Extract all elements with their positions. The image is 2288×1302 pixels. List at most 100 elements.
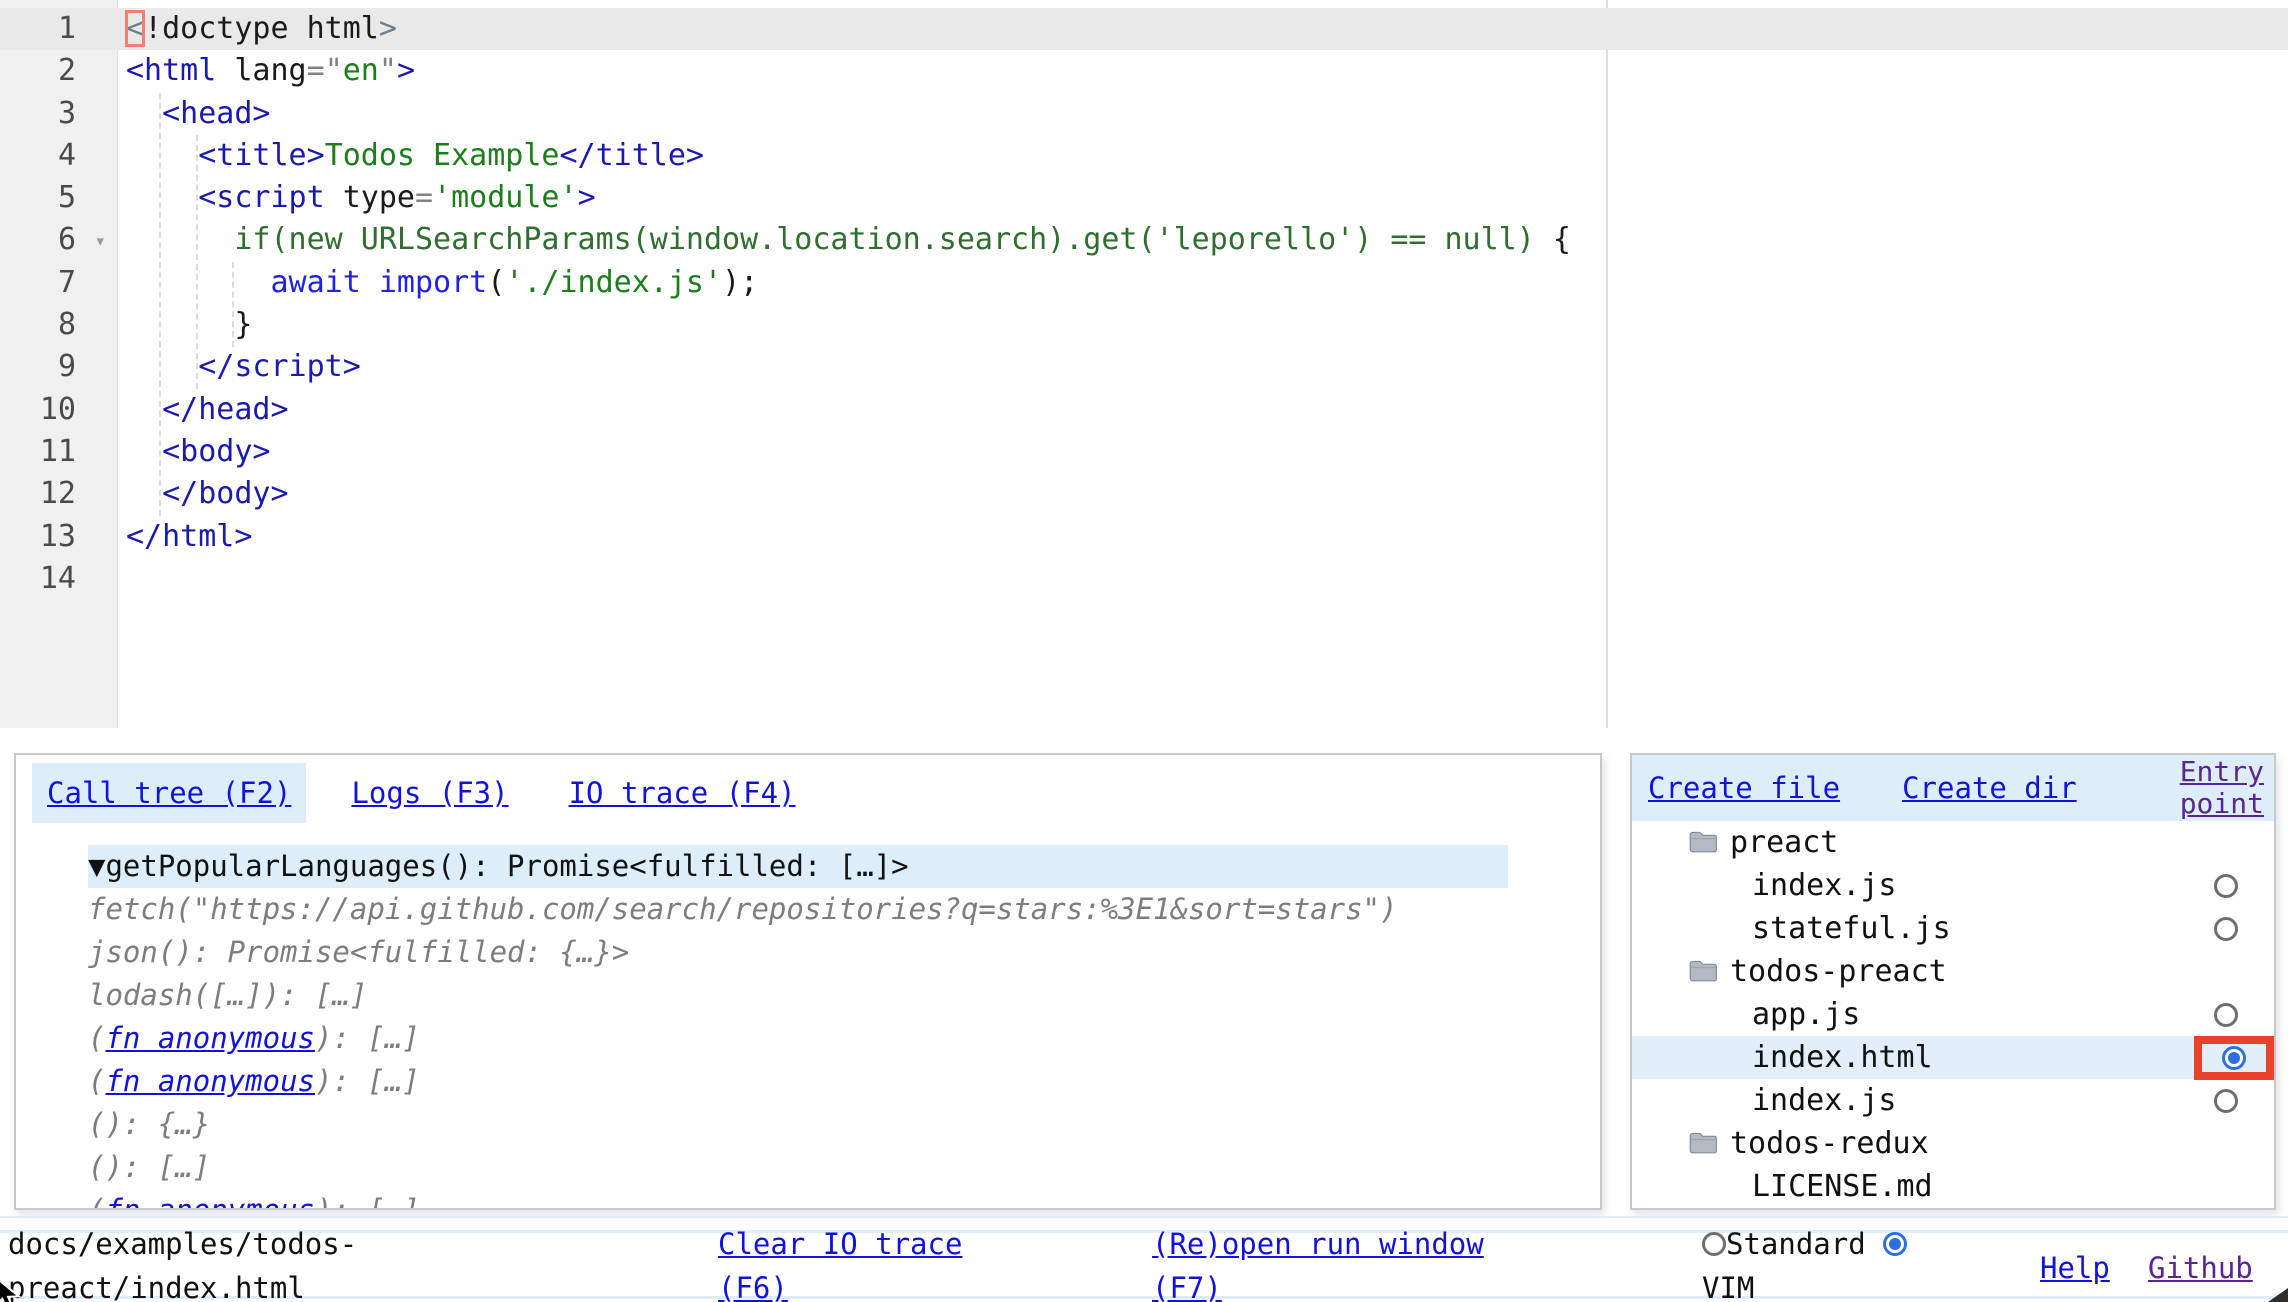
file-name: app.js: [1752, 997, 1860, 1032]
file-row-index.js[interactable]: index.js: [1632, 1079, 2274, 1122]
entry-point-radio[interactable]: [2222, 1046, 2246, 1070]
call-tree-row[interactable]: lodash([…]): […]: [88, 974, 1508, 1017]
entry-point-radio[interactable]: [2214, 917, 2238, 941]
call-tree-text: (): […]: [88, 1150, 210, 1184]
file-row-index.js[interactable]: index.js: [1632, 864, 2274, 907]
line-number: 2: [0, 50, 118, 92]
code-text: </head>: [118, 389, 289, 431]
code-text: <body>: [118, 431, 271, 473]
code-text: </html>: [118, 516, 252, 558]
code-line-7[interactable]: 7 await import('./index.js');: [0, 262, 2288, 304]
call-tree-text: fetch("https://api.github.com/search/rep…: [88, 892, 1397, 926]
folder-row-todos-preact[interactable]: todos-preact: [1632, 950, 2274, 993]
fn-anonymous-link[interactable]: fn anonymous: [105, 1021, 315, 1055]
line-number: 1: [0, 8, 118, 50]
call-tree-text: lodash([…]): […]: [88, 978, 367, 1012]
entry-point-radio[interactable]: [2214, 1089, 2238, 1113]
folder-name: preact: [1730, 825, 1838, 860]
line-number: 12: [0, 473, 118, 515]
code-line-1[interactable]: 1<!doctype html>: [0, 8, 2288, 50]
code-line-9[interactable]: 9 </script>: [0, 346, 2288, 388]
call-tree-row[interactable]: (fn anonymous): […]: [88, 1017, 1508, 1060]
code-line-11[interactable]: 11 <body>: [0, 431, 2288, 473]
file-row-index.html[interactable]: index.html: [1632, 1036, 2274, 1079]
code-line-10[interactable]: 10 </head>: [0, 389, 2288, 431]
create-dir-button[interactable]: Create dir: [1902, 771, 2077, 805]
call-tree-row[interactable]: ▼getPopularLanguages(): Promise<fulfille…: [88, 845, 1508, 888]
tab-call-tree[interactable]: Call tree (F2): [32, 763, 306, 823]
keybinding-label[interactable]: Standard: [1726, 1227, 1883, 1261]
folder-name: todos-redux: [1730, 1126, 1929, 1161]
code-text: <script type='module'>: [118, 177, 596, 219]
call-tree-row[interactable]: fetch("https://api.github.com/search/rep…: [88, 888, 1508, 931]
code-text: </body>: [118, 473, 289, 515]
file-tree: preact index.js stateful.js todos-preact app…: [1632, 821, 2274, 1208]
code-line-14[interactable]: 14: [0, 558, 2288, 600]
code-lines[interactable]: 1<!doctype html>2<html lang="en">3 <head…: [0, 8, 2288, 600]
call-tree-text: ): […]: [315, 1193, 420, 1210]
code-text: <head>: [118, 93, 271, 135]
code-line-4[interactable]: 4 <title>Todos Example</title>: [0, 135, 2288, 177]
line-number: 7: [0, 262, 118, 304]
tab-logs[interactable]: Logs (F3): [336, 763, 523, 823]
code-line-3[interactable]: 3 <head>: [0, 93, 2288, 135]
current-file-path: docs/examples/todos-preact/index.html: [8, 1222, 370, 1302]
clear-io-trace-button[interactable]: Clear IO trace (F6): [718, 1227, 962, 1302]
github-link[interactable]: Github: [2148, 1251, 2253, 1285]
call-tree-rows: ▼getPopularLanguages(): Promise<fulfille…: [16, 845, 1600, 1210]
fold-toggle-icon[interactable]: ▾: [95, 220, 106, 262]
file-name: index.html: [1752, 1040, 1933, 1075]
call-tree-row[interactable]: (fn anonymous): […]: [88, 1189, 1508, 1210]
code-text: await import('./index.js');: [118, 262, 758, 304]
keybindings-radio-group: Standard VIM: [1702, 1222, 1942, 1302]
code-text: <title>Todos Example</title>: [118, 135, 704, 177]
keybinding-label[interactable]: VIM: [1702, 1271, 1754, 1302]
line-number: 3: [0, 93, 118, 135]
annotation-highlight-box: [2194, 1036, 2274, 1080]
keybinding-radio-vim[interactable]: [1883, 1232, 1907, 1256]
line-number: 5: [0, 177, 118, 219]
call-tree-text: (: [88, 1193, 105, 1210]
file-browser-panel: Create file Create dir Entry point preac…: [1630, 753, 2276, 1210]
code-line-6[interactable]: 6▾ if(new URLSearchParams(window.locatio…: [0, 219, 2288, 261]
call-tree-text: ): […]: [315, 1064, 420, 1098]
reopen-run-window-button[interactable]: (Re)open run window (F7): [1152, 1227, 1484, 1302]
folder-icon: [1688, 959, 1718, 984]
file-name: stateful.js: [1752, 911, 1951, 946]
fn-anonymous-link[interactable]: fn anonymous: [105, 1193, 315, 1210]
create-file-button[interactable]: Create file: [1648, 771, 1840, 805]
file-name: index.js: [1752, 1083, 1897, 1118]
file-row-LICENSE.md[interactable]: LICENSE.md: [1632, 1165, 2274, 1208]
code-text: </script>: [118, 346, 361, 388]
folder-row-preact[interactable]: preact: [1632, 821, 2274, 864]
call-tree-text: (: [88, 1021, 105, 1055]
call-tree-row[interactable]: json(): Promise<fulfilled: {…}>: [88, 931, 1508, 974]
line-number: 14: [0, 558, 118, 600]
code-line-5[interactable]: 5 <script type='module'>: [0, 177, 2288, 219]
code-line-12[interactable]: 12 </body>: [0, 473, 2288, 515]
code-line-8[interactable]: 8 }: [0, 304, 2288, 346]
entry-point-link[interactable]: Entry point: [2156, 756, 2264, 820]
entry-point-radio[interactable]: [2214, 874, 2238, 898]
tab-io-trace[interactable]: IO trace (F4): [554, 763, 811, 823]
line-number: 4: [0, 135, 118, 177]
call-tree-panel: Call tree (F2) Logs (F3) IO trace (F4) ▼…: [14, 753, 1602, 1210]
code-editor[interactable]: 1<!doctype html>2<html lang="en">3 <head…: [0, 0, 2288, 728]
code-line-13[interactable]: 13</html>: [0, 516, 2288, 558]
entry-point-radio[interactable]: [2214, 1003, 2238, 1027]
call-tree-row[interactable]: (fn anonymous): […]: [88, 1060, 1508, 1103]
help-link[interactable]: Help: [2040, 1251, 2110, 1285]
file-row-stateful.js[interactable]: stateful.js: [1632, 907, 2274, 950]
keybinding-radio-standard[interactable]: [1702, 1232, 1726, 1256]
file-name: index.js: [1752, 868, 1897, 903]
fn-anonymous-link[interactable]: fn anonymous: [105, 1064, 315, 1098]
call-tree-text: json(): Promise<fulfilled: {…}>: [88, 935, 629, 969]
code-line-2[interactable]: 2<html lang="en">: [0, 50, 2288, 92]
code-text: [118, 558, 126, 600]
file-row-app.js[interactable]: app.js: [1632, 993, 2274, 1036]
call-tree-row[interactable]: (): […]: [88, 1146, 1508, 1189]
folder-row-todos-redux[interactable]: todos-redux: [1632, 1122, 2274, 1165]
folder-icon: [1688, 1131, 1718, 1156]
folder-icon: [1688, 830, 1718, 855]
call-tree-row[interactable]: (): {…}: [88, 1103, 1508, 1146]
